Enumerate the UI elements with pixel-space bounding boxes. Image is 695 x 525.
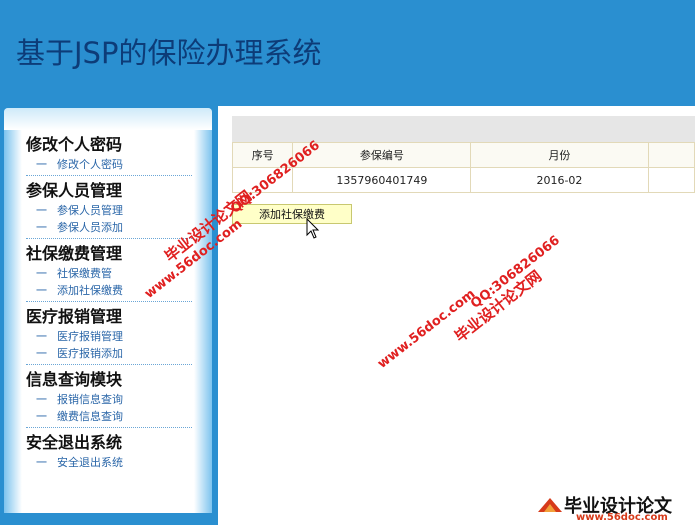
menu-item-label: 医疗报销添加 [57, 347, 123, 360]
group-title-query: 信息查询模块 [26, 370, 123, 389]
divider [26, 301, 192, 302]
header-bar: 基于JSP的保险办理系统 [0, 0, 695, 100]
dash-icon: 一 [36, 267, 47, 280]
menu-item-reimburse-query[interactable]: 一报销信息查询 [26, 391, 192, 408]
table-toolbar [232, 116, 695, 142]
menu-item-label: 报销信息查询 [57, 393, 123, 406]
menu-group-insured: 参保人员管理 一参保人员管理 一参保人员添加 [26, 180, 192, 239]
group-title-password: 修改个人密码 [26, 135, 123, 154]
menu-group-password: 修改个人密码 一修改个人密码 [26, 134, 192, 176]
group-title-medical: 医疗报销管理 [26, 307, 123, 326]
dash-icon: 一 [36, 158, 47, 171]
menu-item-label: 社保缴费管 [57, 267, 112, 280]
dash-icon: 一 [36, 347, 47, 360]
menu-item-label: 参保人员管理 [57, 204, 123, 217]
divider [26, 175, 192, 176]
dash-icon: 一 [36, 456, 47, 469]
menu-group-query: 信息查询模块 一报销信息查询 一缴费信息查询 [26, 369, 192, 428]
table-row[interactable]: 1357960401749 2016-02 [231, 167, 695, 193]
menu-group-medical: 医疗报销管理 一医疗报销管理 一医疗报销添加 [26, 306, 192, 365]
group-title-insured: 参保人员管理 [26, 181, 123, 200]
mouse-cursor-icon [306, 218, 320, 239]
cell-month: 2016-02 [470, 167, 649, 193]
divider [26, 364, 192, 365]
dash-icon: 一 [36, 410, 47, 423]
menu-item-logout[interactable]: 一安全退出系统 [26, 454, 192, 471]
menu-item-label: 修改个人密码 [57, 158, 123, 171]
sidebar-top-edge [4, 108, 212, 130]
app-title: 基于JSP的保险办理系统 [16, 36, 322, 70]
menu-item-label: 医疗报销管理 [57, 330, 123, 343]
dash-icon: 一 [36, 393, 47, 406]
cell-extra [647, 167, 695, 193]
divider [26, 238, 192, 239]
divider [26, 427, 192, 428]
menu-item-change-password[interactable]: 一修改个人密码 [26, 156, 192, 173]
column-header-month: 月份 [470, 142, 649, 168]
menu-item-medical-add[interactable]: 一医疗报销添加 [26, 345, 192, 362]
column-header-extra [647, 142, 695, 168]
menu-item-insured-add[interactable]: 一参保人员添加 [26, 219, 192, 236]
logo-icon [538, 498, 562, 512]
dash-icon: 一 [36, 204, 47, 217]
dash-icon: 一 [36, 284, 47, 297]
logo-url: www.56doc.com [576, 512, 668, 523]
menu-group-logout: 安全退出系统 一安全退出系统 [26, 432, 192, 471]
menu-item-label: 添加社保缴费 [57, 284, 123, 297]
menu-item-label: 缴费信息查询 [57, 410, 123, 423]
add-payment-button[interactable]: 添加社保缴费 [232, 204, 352, 224]
dash-icon: 一 [36, 221, 47, 234]
menu-item-medical-manage[interactable]: 一医疗报销管理 [26, 328, 192, 345]
menu-item-label: 安全退出系统 [57, 456, 123, 469]
menu-item-payment-query[interactable]: 一缴费信息查询 [26, 408, 192, 425]
menu-item-label: 参保人员添加 [57, 221, 123, 234]
group-title-logout: 安全退出系统 [26, 433, 123, 452]
watermark-logo: 毕业设计论文 www.56doc.com [536, 492, 694, 524]
dash-icon: 一 [36, 330, 47, 343]
menu-item-insured-manage[interactable]: 一参保人员管理 [26, 202, 192, 219]
cell-insured-id: 1357960401749 [292, 167, 472, 193]
sidebar: 修改个人密码 一修改个人密码 参保人员管理 一参保人员管理 一参保人员添加 社保… [4, 108, 212, 513]
